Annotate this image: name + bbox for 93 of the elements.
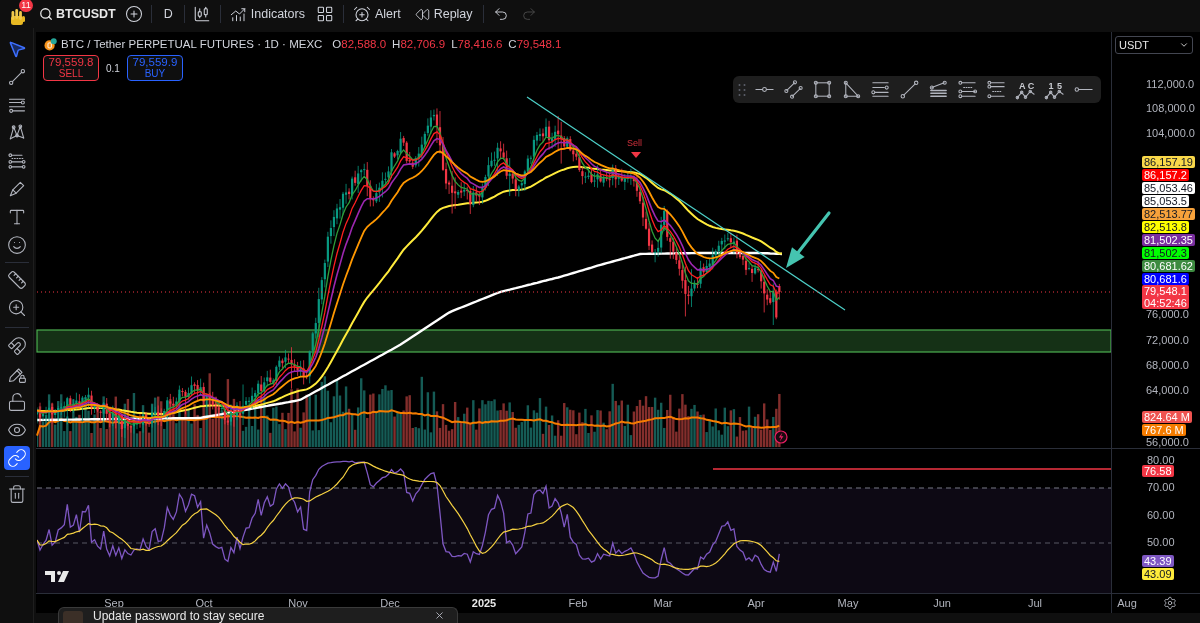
rsi-tick: 80.00 xyxy=(1147,455,1175,466)
time-label: Feb xyxy=(568,597,588,609)
symbol-search-button[interactable]: BTCUSDT xyxy=(39,4,116,24)
magnet-icon[interactable] xyxy=(6,336,27,356)
rsi-tick: 50.00 xyxy=(1147,537,1175,548)
price-label: 81,502.3 xyxy=(1142,247,1189,259)
rsi-tick: 70.00 xyxy=(1147,482,1175,493)
close-icon[interactable] xyxy=(434,610,445,621)
signal-label: Sell xyxy=(627,138,642,149)
time-label: Jun xyxy=(933,597,951,609)
settings-icon[interactable] xyxy=(1163,596,1177,610)
rsi-value-label: 43.39 xyxy=(1142,555,1174,567)
price-label: 85,053.5 xyxy=(1142,195,1189,207)
replay-button[interactable]: Replay xyxy=(414,4,473,24)
parallel-channel-icon[interactable] xyxy=(783,79,804,100)
price-label: 86,157.19 xyxy=(1142,156,1195,168)
time-label: Mar xyxy=(653,597,673,609)
ohlc-value: C79,548.1 xyxy=(508,37,562,52)
indicators-button[interactable]: Indicators xyxy=(228,4,305,24)
ohlc-value: H82,706.9 xyxy=(392,37,446,52)
sell-button[interactable]: 79,559.8 SELL xyxy=(43,55,99,81)
ruler-icon[interactable] xyxy=(6,270,27,290)
time-label: Jul xyxy=(1027,597,1043,609)
time-label: 2025 xyxy=(471,597,497,609)
trash-icon[interactable] xyxy=(6,484,27,504)
price-label: 80,681.6 xyxy=(1142,273,1189,285)
price-tick: 56,000.0 xyxy=(1146,437,1189,448)
alert-button[interactable]: Alert xyxy=(352,4,401,24)
indicators-icon[interactable] xyxy=(228,5,247,23)
time-label: Oct xyxy=(195,597,213,609)
arrow-annotation xyxy=(786,211,831,268)
rsi-tick: 60.00 xyxy=(1147,510,1175,521)
time-label: Dec xyxy=(380,597,400,609)
price-tick: 104,000.0 xyxy=(1146,128,1195,139)
toast-message: Update password to stay secure xyxy=(93,609,265,623)
trend-line-icon[interactable] xyxy=(6,67,27,87)
price-label: 82,513.8 xyxy=(1142,221,1189,233)
price-tick: 76,000.0 xyxy=(1146,309,1189,320)
thumbnail-placeholder xyxy=(63,611,83,623)
zoom-in-icon[interactable] xyxy=(6,298,27,318)
fib-lines-icon[interactable] xyxy=(928,79,949,100)
bar-countdown: 04:52:46 xyxy=(1144,297,1187,309)
horizontal-lines-icon[interactable] xyxy=(870,79,891,100)
add-symbol-icon[interactable] xyxy=(124,5,143,23)
lock-open-icon[interactable] xyxy=(6,392,27,412)
alarm-clock-icon[interactable] xyxy=(352,5,371,23)
time-label: Sep xyxy=(104,597,124,609)
sell-marker-icon xyxy=(631,152,641,158)
layout-grid-icon[interactable] xyxy=(315,5,334,23)
price-tick: 72,000.0 xyxy=(1146,335,1189,346)
drag-handle-icon[interactable] xyxy=(738,82,746,97)
symbol-title: BTC / Tether PERPETUAL FUTURES · 1D · MEXC xyxy=(61,37,323,52)
time-label: May xyxy=(837,597,859,609)
price-label: 85,053.46 xyxy=(1142,182,1195,194)
currency-dropdown[interactable]: USDT xyxy=(1115,36,1193,54)
smiley-icon[interactable] xyxy=(6,235,27,255)
current-price: 79,548.1 xyxy=(1144,285,1187,297)
interval-button[interactable]: D xyxy=(160,4,176,24)
logo-icon xyxy=(45,571,69,582)
quantity-label: 0.1 xyxy=(106,61,120,76)
price-tick: 64,000.0 xyxy=(1146,385,1189,396)
price-label: 80,681.62 xyxy=(1142,260,1195,272)
volume-label: 767.6 M xyxy=(1142,424,1186,436)
time-label: Nov xyxy=(288,597,308,609)
price-tick: 112,000.0 xyxy=(1146,79,1195,90)
range-lines-icon[interactable] xyxy=(957,79,978,100)
hand-icon[interactable] xyxy=(8,6,28,26)
volume-label: 824.64 M xyxy=(1142,411,1192,423)
ohlc-value: L78,416.6 xyxy=(451,37,503,52)
dotted-lines-icon[interactable] xyxy=(986,79,1007,100)
buy-button[interactable]: 79,559.9 BUY xyxy=(126,55,183,81)
ohlc-value: O82,588.0 xyxy=(332,37,387,52)
coin-icon xyxy=(44,38,57,51)
rectangle-icon[interactable] xyxy=(812,79,833,100)
channel-lines-icon[interactable] xyxy=(6,151,27,171)
trend-line-icon[interactable] xyxy=(899,79,920,100)
time-label: Apr xyxy=(747,597,765,609)
candlestick-icon[interactable] xyxy=(192,5,211,23)
price-label: 86,157.2 xyxy=(1142,169,1189,181)
rewind-icon[interactable] xyxy=(414,6,430,22)
undo-icon[interactable] xyxy=(492,6,509,22)
chevron-down-icon xyxy=(1179,40,1189,50)
price-label: 82,513.77 xyxy=(1142,208,1195,220)
search-icon[interactable] xyxy=(39,7,53,21)
bolt-icon xyxy=(774,430,788,444)
rsi-value-label: 76.58 xyxy=(1142,465,1174,477)
price-tick: 108,000.0 xyxy=(1146,103,1195,114)
triangle-icon[interactable] xyxy=(841,79,862,100)
notification-badge: 11 xyxy=(19,0,33,12)
rsi-value-label: 43.09 xyxy=(1142,568,1174,580)
price-label: 81,502.35 xyxy=(1142,234,1195,246)
time-label: Aug xyxy=(1117,597,1137,609)
price-tick: 68,000.0 xyxy=(1146,360,1189,371)
